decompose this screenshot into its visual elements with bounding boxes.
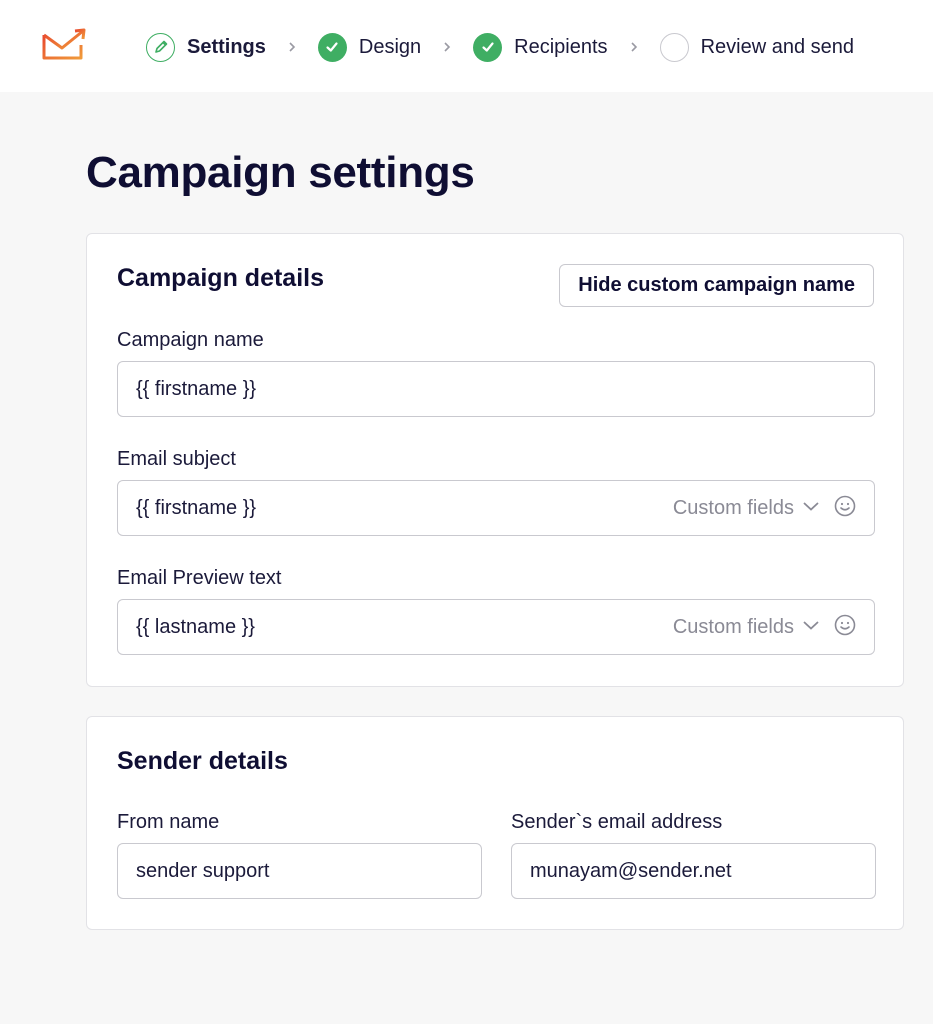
custom-fields-label: Custom fields [672,615,794,638]
campaign-details-title: Campaign details [117,264,324,292]
email-subject-input[interactable]: {{ firstname }} Custom fields [117,480,875,536]
sender-email-input[interactable]: munayam@sender.net [511,843,876,899]
step-label: Review and send [700,35,854,58]
sender-email-label: Sender`s email address [511,811,723,833]
step-review-and-send[interactable]: Review and send [659,32,854,62]
sender-logo-icon[interactable] [41,28,87,62]
hide-custom-campaign-name-button[interactable]: Hide custom campaign name [559,264,874,307]
campaign-name-input[interactable]: {{ firstname }} [117,361,875,417]
campaign-details-card: Campaign details Hide custom campaign na… [86,233,904,687]
chevron-right-icon [432,41,462,53]
emoji-icon[interactable] [834,495,856,522]
from-name-value: sender support [136,859,270,882]
step-label: Settings [187,35,266,58]
pencil-icon [146,32,175,62]
chevron-right-icon [619,41,649,53]
custom-fields-label: Custom fields [672,496,794,519]
chevron-down-icon [802,499,820,517]
step-recipients[interactable]: Recipients [473,32,608,62]
from-name-label: From name [117,811,220,833]
check-icon [317,32,347,62]
empty-circle-icon [659,32,689,62]
step-label: Design [358,35,422,58]
step-design[interactable]: Design [317,32,422,62]
preview-text-label: Email Preview text [117,567,282,589]
campaign-name-value: {{ firstname }} [136,377,257,400]
preview-text-input[interactable]: {{ lastname }} Custom fields [117,599,875,655]
chevron-right-icon [277,41,307,53]
campaign-name-label: Campaign name [117,329,264,351]
emoji-icon[interactable] [834,614,856,641]
from-name-input[interactable]: sender support [117,843,482,899]
custom-fields-dropdown[interactable]: Custom fields [673,614,856,641]
email-subject-value: {{ firstname }} [136,496,257,519]
step-settings[interactable]: Settings [146,32,266,62]
campaign-steps: Settings Design Recipients Review and se… [146,31,854,63]
sender-details-card: Sender details From name Sender`s email … [86,716,904,930]
top-navigation-bar: Settings Design Recipients Review and se… [0,0,933,92]
sender-email-value: munayam@sender.net [530,859,732,882]
check-icon [473,32,503,62]
custom-fields-dropdown[interactable]: Custom fields [673,495,856,522]
step-label: Recipients [514,35,608,58]
page-title: Campaign settings [86,148,475,197]
sender-details-title: Sender details [117,747,288,775]
chevron-down-icon [802,618,820,636]
email-subject-label: Email subject [117,448,236,470]
preview-text-value: {{ lastname }} [136,615,255,638]
